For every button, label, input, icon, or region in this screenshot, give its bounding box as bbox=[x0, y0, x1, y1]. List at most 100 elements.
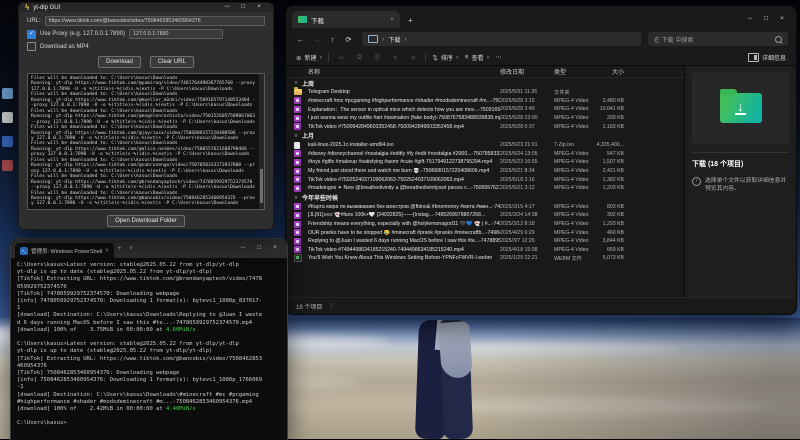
group-header[interactable]: ∨上月 bbox=[294, 131, 684, 141]
file-size: 2,480 KB bbox=[594, 98, 624, 104]
column-type[interactable]: 类型 bbox=[554, 67, 594, 76]
column-date[interactable]: 修改日期 bbox=[500, 67, 554, 76]
file-row[interactable]: Explanation：The sensor in optical mice w… bbox=[294, 105, 684, 114]
paste-icon[interactable]: ⎘ bbox=[371, 54, 383, 62]
column-name[interactable]: 名称 bbox=[308, 67, 500, 76]
sort-button[interactable]: ⇅ 排序 ˅ bbox=[432, 53, 458, 62]
new-tab-icon[interactable]: + bbox=[400, 16, 421, 25]
minimize-icon[interactable]: ─ bbox=[742, 16, 758, 23]
wallpaper-anime-character bbox=[415, 320, 485, 439]
log-scrollbar[interactable] bbox=[259, 74, 264, 209]
file-row[interactable]: TikTok video #7502524037109062063-750252… bbox=[294, 175, 684, 184]
details-hint-text: 选择单个文件以获取详细信息并预览其内容。 bbox=[705, 177, 789, 193]
breadcrumb-downloads[interactable]: 下载 bbox=[388, 35, 400, 44]
view-button[interactable]: ≡ 查看 ˅ bbox=[465, 53, 490, 62]
file-row[interactable]: Replying to @Juan I wasted 6 days runnin… bbox=[294, 237, 684, 246]
file-row[interactable]: I just wanna wear my outfits #art #anima… bbox=[294, 114, 684, 123]
download-log[interactable]: Files will be downloaded to: C:\Users\ka… bbox=[27, 73, 265, 210]
file-row[interactable]: TikTok video #7494498634185215240-749449… bbox=[294, 246, 684, 255]
file-row[interactable]: kali-linux-2025.1c-installer-amd64.iso20… bbox=[294, 141, 684, 150]
file-name: Friendship means everything, especially … bbox=[308, 221, 500, 227]
desktop-icon[interactable] bbox=[2, 88, 13, 99]
group-header[interactable]: ∨今年早些时候 bbox=[294, 193, 684, 203]
up-icon[interactable]: ↑ bbox=[326, 35, 339, 44]
explorer-titlebar[interactable]: 下载 × + ─ □ × bbox=[286, 6, 796, 28]
close-icon[interactable]: × bbox=[774, 16, 790, 23]
file-name: #toys #gifts #makeup #satisfying #asmr #… bbox=[308, 159, 500, 165]
new-button[interactable]: ⊕ 新建 ˅ bbox=[296, 53, 322, 62]
chevron-down-icon[interactable]: ∨ bbox=[294, 80, 298, 86]
file-row[interactable]: TikTok video #7500942849603352458-750094… bbox=[294, 122, 684, 131]
search-box[interactable]: 在 下载 中搜索 bbox=[648, 32, 788, 46]
video-file-icon bbox=[294, 150, 301, 157]
file-row[interactable]: #madeingos ✦ New @breathedivinity a @bre… bbox=[294, 184, 684, 193]
ytdlp-gui-window: ϟ yt-dlp GUI ─ □ × URL: https://www.tikt… bbox=[18, 2, 274, 230]
copy-icon[interactable]: ⧉ bbox=[353, 54, 365, 62]
desktop-icon[interactable] bbox=[2, 160, 13, 171]
new-tab-icon[interactable]: + bbox=[114, 246, 126, 252]
file-type: MPEG-4 Video bbox=[554, 98, 594, 104]
file-name: #Карта мира по выживанию без монстров @f… bbox=[308, 204, 500, 210]
use-proxy-checkbox[interactable]: ✓ bbox=[27, 30, 36, 39]
url-input[interactable]: https://www.tiktok.com/@bancobix/video/7… bbox=[45, 16, 265, 26]
chevron-down-icon[interactable]: ∨ bbox=[294, 195, 298, 201]
file-row[interactable]: Telegram Desktop2025/5/31 11:26文件夹 bbox=[294, 88, 684, 97]
delete-icon[interactable]: ✕ bbox=[407, 54, 419, 62]
proxy-input[interactable]: 127.0.0.1:7890 bbox=[129, 29, 223, 39]
file-row[interactable]: My friend just stood there and watch me … bbox=[294, 167, 684, 176]
open-download-folder-button[interactable]: Open Download Folder bbox=[107, 215, 185, 227]
file-list: ∨上周Telegram Desktop2025/5/31 11:26文件夹#mi… bbox=[286, 78, 684, 297]
file-row[interactable]: #disney #disneychannel #nostalgia #editf… bbox=[294, 150, 684, 159]
file-type: MPEG-4 Video bbox=[554, 177, 594, 183]
tab-dropdown-icon[interactable]: ˅ bbox=[125, 246, 137, 252]
file-date: 2025/4/18 15:08 bbox=[500, 247, 554, 253]
details-pane: ↓ 下载 (18 个项目) i 选择单个文件以获取详细信息并预览其内容。 bbox=[684, 66, 796, 297]
command-bar: ⊕ 新建 ˅ ✂ ⧉ ⎘ ✎ ✕ ⇅ 排序 ˅ ≡ 查看 ˅ ⋯ 详细信息 bbox=[286, 50, 796, 66]
column-size[interactable]: 大小 bbox=[594, 67, 624, 76]
file-row[interactable]: Friendship means everything, especially … bbox=[294, 220, 684, 229]
download-mp4-checkbox[interactable] bbox=[27, 42, 36, 51]
terminal-titlebar[interactable]: >_ 管理员: Windows PowerShell × + ˅ ─ □ × bbox=[11, 239, 287, 258]
file-row[interactable]: #toys #gifts #makeup #satisfying #asmr #… bbox=[294, 158, 684, 167]
tab-close-icon[interactable]: × bbox=[105, 248, 109, 254]
file-row[interactable]: #minecraft #mc #pcgaming #highperformanc… bbox=[294, 97, 684, 106]
file-row[interactable]: You'll Wish You Knew About This Windows … bbox=[294, 254, 684, 263]
view-icon: ≡ bbox=[465, 54, 469, 61]
chevron-down-icon[interactable]: ∨ bbox=[294, 133, 298, 139]
file-name: Explanation：The sensor in optical mice w… bbox=[308, 106, 500, 113]
download-button[interactable]: Download bbox=[98, 56, 141, 68]
powershell-tab[interactable]: >_ 管理员: Windows PowerShell × bbox=[15, 243, 114, 258]
ytdlp-titlebar[interactable]: ϟ yt-dlp GUI ─ □ × bbox=[19, 3, 273, 12]
terminal-output[interactable]: C:\Users\kasus>Latest version: stable@20… bbox=[11, 258, 287, 440]
close-icon[interactable]: × bbox=[251, 4, 267, 11]
minimize-icon[interactable]: ─ bbox=[235, 245, 251, 252]
gui-log: Files will be downloaded to: C:\Users\ka… bbox=[28, 74, 264, 209]
breadcrumb[interactable]: › 下载 › bbox=[362, 32, 641, 46]
cut-icon[interactable]: ✂ bbox=[335, 54, 347, 62]
details-view-button[interactable]: 详细信息 bbox=[748, 53, 786, 62]
tab-close-icon[interactable]: × bbox=[390, 17, 394, 23]
group-header[interactable]: ∨上周 bbox=[294, 78, 684, 88]
clear-url-button[interactable]: Clear URL bbox=[150, 56, 194, 68]
file-size: 1,183 KB bbox=[594, 124, 624, 130]
desktop-icon[interactable] bbox=[2, 136, 13, 147]
back-icon[interactable]: ← bbox=[294, 35, 307, 44]
refresh-icon[interactable]: ⟳ bbox=[342, 35, 355, 44]
file-row[interactable]: [JL|91]≡≡≡ 👻#fans 100k+🤍 [24032825]——[In… bbox=[294, 211, 684, 220]
maximize-icon[interactable]: □ bbox=[758, 16, 774, 23]
more-icon[interactable]: ⋯ bbox=[496, 54, 502, 61]
rename-icon[interactable]: ✎ bbox=[389, 54, 401, 62]
desktop-icon[interactable] bbox=[2, 112, 13, 123]
minimize-icon[interactable]: ─ bbox=[219, 4, 235, 11]
downloads-tab[interactable]: 下载 × bbox=[292, 11, 400, 28]
download-arrow-icon: ↓ bbox=[737, 101, 744, 112]
close-icon[interactable]: × bbox=[267, 245, 283, 252]
video-file-icon bbox=[294, 185, 301, 192]
forward-icon[interactable]: → bbox=[310, 35, 323, 44]
maximize-icon[interactable]: □ bbox=[251, 245, 267, 252]
powershell-window: >_ 管理员: Windows PowerShell × + ˅ ─ □ × C… bbox=[10, 238, 288, 440]
file-size: 2,421 KB bbox=[594, 168, 624, 174]
file-row[interactable]: OUR pranks have to be stopped 😂 #minecra… bbox=[294, 228, 684, 237]
file-row[interactable]: #Карта мира по выживанию без монстров @f… bbox=[294, 203, 684, 212]
maximize-icon[interactable]: □ bbox=[235, 4, 251, 11]
